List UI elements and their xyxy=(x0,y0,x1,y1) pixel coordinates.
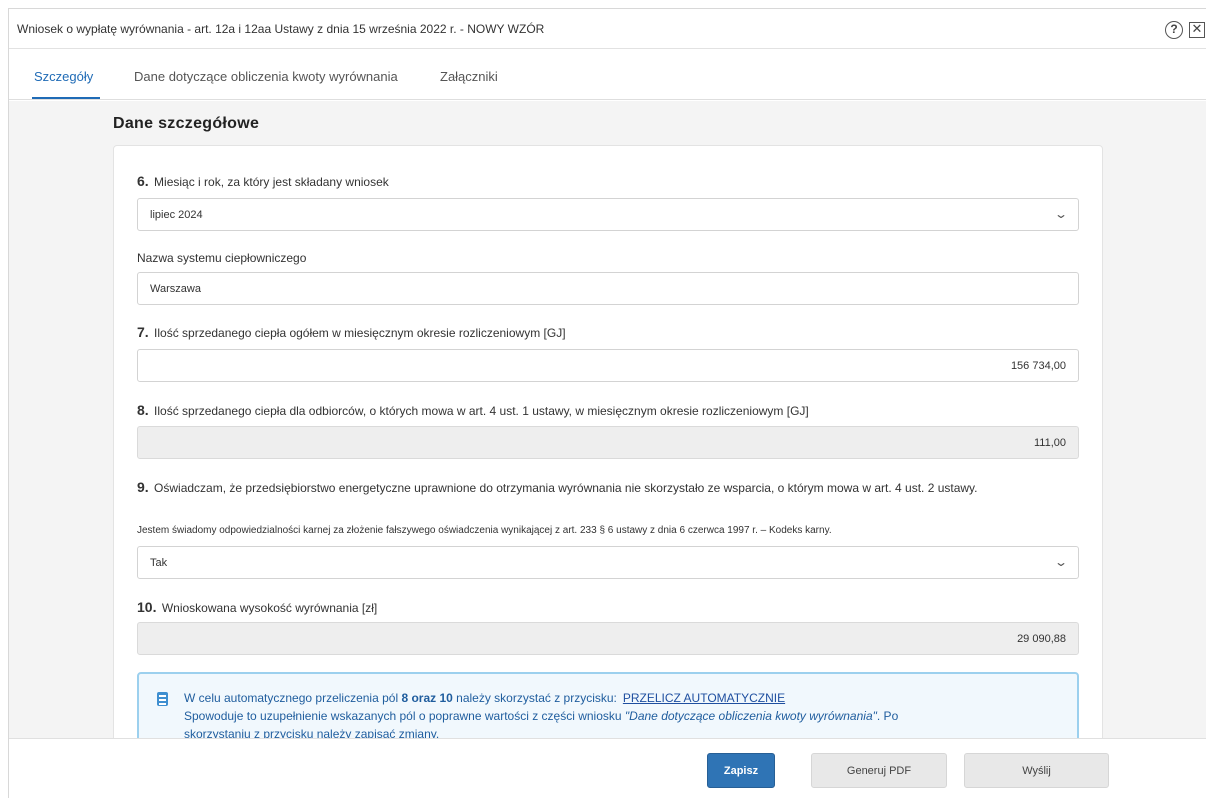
field-8-label: 8. Ilość sprzedanego ciepła dla odbiorcó… xyxy=(137,402,809,418)
field-7-label: 7. Ilość sprzedanego ciepła ogółem w mie… xyxy=(137,324,566,340)
help-icon[interactable]: ? xyxy=(1165,21,1183,39)
info-line-2: Spowoduje to uzupełnienie wskazanych pól… xyxy=(184,709,898,723)
info-line-3: skorzystaniu z przycisku należy zapisać … xyxy=(184,727,440,738)
info-line-2-post: . Po xyxy=(876,709,899,723)
total-heat-value: 156 734,00 xyxy=(1010,360,1066,372)
dialog-window: Wniosek o wypłatę wyrównania - art. 12a … xyxy=(8,8,1206,798)
active-tab-indicator xyxy=(32,97,100,99)
chevron-down-icon: ⌄ xyxy=(1053,555,1069,569)
save-button[interactable]: Zapisz xyxy=(707,753,775,788)
window-title: Wniosek o wypłatę wyrównania - art. 12a … xyxy=(17,22,545,36)
field-8-text: Ilość sprzedanego ciepła dla odbiorców, … xyxy=(154,404,809,418)
total-heat-input[interactable]: 156 734,00 xyxy=(137,349,1079,382)
details-card: 6. Miesiąc i rok, za który jest składany… xyxy=(113,145,1103,738)
info-line-2-pre: Spowoduje to uzupełnienie wskazanych pól… xyxy=(184,709,625,723)
tab-dane-obliczenia[interactable]: Dane dotyczące obliczenia kwoty wyrównan… xyxy=(134,69,398,84)
system-name-label: Nazwa systemu ciepłowniczego xyxy=(137,251,307,265)
info-line-1: W celu automatycznego przeliczenia pól 8… xyxy=(184,691,785,705)
field-10-label: 10. Wnioskowana wysokość wyrównania [zł] xyxy=(137,599,377,615)
field-8-number: 8. xyxy=(137,402,149,418)
field-7-number: 7. xyxy=(137,324,149,340)
field-9-label: 9. Oświadczam, że przedsiębiorstwo energ… xyxy=(137,478,1077,498)
chevron-down-icon: ⌄ xyxy=(1053,207,1069,221)
calculator-icon xyxy=(157,692,168,706)
info-line-2-italic: "Dane dotyczące obliczenia kwoty wyrówna… xyxy=(624,709,877,723)
month-year-value: lipiec 2024 xyxy=(150,209,203,221)
close-icon[interactable]: ✕ xyxy=(1189,22,1205,38)
section-title: Dane szczegółowe xyxy=(113,115,260,132)
field-9-note: Jestem świadomy odpowiedzialności karnej… xyxy=(137,525,832,536)
generate-pdf-button[interactable]: Generuj PDF xyxy=(811,753,947,788)
customer-heat-field: 111,00 xyxy=(137,426,1079,459)
tab-szczegoly[interactable]: Szczegóły xyxy=(34,69,93,84)
form-scroll-area[interactable]: Dane szczegółowe 6. Miesiąc i rok, za kt… xyxy=(9,101,1206,738)
info-line-1-post: należy skorzystać z przycisku: xyxy=(452,691,617,705)
field-9-text: Oświadczam, że przedsiębiorstwo energety… xyxy=(154,481,978,495)
title-bar: Wniosek o wypłatę wyrównania - art. 12a … xyxy=(9,9,1206,49)
info-box: W celu automatycznego przeliczenia pól 8… xyxy=(137,672,1079,738)
declaration-value: Tak xyxy=(150,557,168,569)
field-6-text: Miesiąc i rok, za który jest składany wn… xyxy=(154,175,389,189)
field-9-number: 9. xyxy=(137,479,149,495)
field-6-label: 6. Miesiąc i rok, za który jest składany… xyxy=(137,173,389,189)
info-line-1-pre: W celu automatycznego przeliczenia pól xyxy=(184,691,402,705)
system-name-input[interactable]: Warszawa xyxy=(137,272,1079,305)
customer-heat-value: 111,00 xyxy=(1033,437,1066,449)
month-year-select[interactable]: lipiec 2024 ⌄ xyxy=(137,198,1079,231)
tab-zalaczniki[interactable]: Załączniki xyxy=(440,69,498,84)
declaration-select[interactable]: Tak ⌄ xyxy=(137,546,1079,579)
system-name-value: Warszawa xyxy=(150,283,201,295)
tab-bar: Szczegóły Dane dotyczące obliczenia kwot… xyxy=(9,50,1206,100)
recalculate-link[interactable]: PRZELICZ AUTOMATYCZNIE xyxy=(623,691,785,705)
requested-amount-field: 29 090,88 xyxy=(137,622,1079,655)
requested-amount-value: 29 090,88 xyxy=(1017,633,1066,645)
field-6-number: 6. xyxy=(137,173,149,189)
field-10-number: 10. xyxy=(137,599,157,615)
footer-bar: Zapisz Generuj PDF Wyślij xyxy=(9,738,1206,798)
field-7-text: Ilość sprzedanego ciepła ogółem w miesię… xyxy=(154,326,566,340)
send-button[interactable]: Wyślij xyxy=(964,753,1109,788)
info-line-1-bold: 8 oraz 10 xyxy=(401,691,453,705)
field-10-text: Wnioskowana wysokość wyrównania [zł] xyxy=(161,601,378,615)
